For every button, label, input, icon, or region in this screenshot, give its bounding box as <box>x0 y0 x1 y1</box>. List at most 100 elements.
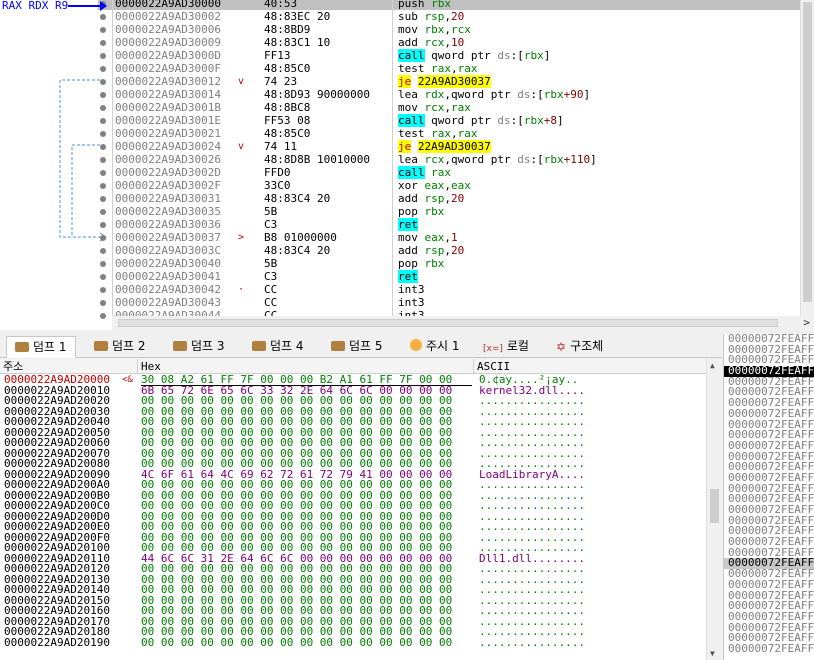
breakpoint-dot-icon[interactable] <box>100 300 106 306</box>
ascii-column-header[interactable]: ASCII <box>474 359 706 374</box>
hex-column-header[interactable]: Hex <box>138 359 474 374</box>
breakpoint-dot-icon[interactable] <box>100 274 106 280</box>
breakpoint-dot-icon[interactable] <box>100 79 106 85</box>
jump-arrow-inner <box>71 144 100 237</box>
breakpoint-dot-icon[interactable] <box>100 209 106 215</box>
disasm-vertical-scrollbar[interactable] <box>800 0 814 316</box>
breakpoint-dot-icon[interactable] <box>100 40 106 46</box>
dump-ascii[interactable]: ................ <box>479 637 585 649</box>
breakpoint-dot-icon[interactable] <box>100 118 106 124</box>
code-row[interactable]: 0000022A9AD30012 v 74 23 je 22A9AD30037 <box>98 75 808 88</box>
disassembly-view[interactable]: 0000022A9AD30000 40:53 push rbx 0000022A9AD… <box>0 0 814 330</box>
breakpoint-dot-icon[interactable] <box>100 144 106 150</box>
code-row[interactable]: 0000022A9AD30041 C3 ret <box>98 270 808 283</box>
mnemonic: je <box>398 140 412 153</box>
breakpoint-dot-icon[interactable] <box>100 157 106 163</box>
code-row[interactable]: 0000022A9AD30024 v 74 11 je 22A9AD30037 <box>98 140 808 153</box>
scroll-up-icon[interactable]: ▲ <box>710 361 715 370</box>
scroll-thumb[interactable] <box>710 489 719 523</box>
breakpoint-dot-icon[interactable] <box>100 53 106 59</box>
code-address: 0000022A9AD30041 <box>115 270 221 283</box>
instruction: int3 <box>398 283 425 296</box>
breakpoint-dot-icon[interactable] <box>100 222 106 228</box>
code-row[interactable]: 0000022A9AD30043 CC int3 <box>98 296 808 309</box>
code-row[interactable]: 0000022A9AD30009 48:83C1 10 add rcx,10 <box>98 36 808 49</box>
breakpoint-dot-icon[interactable] <box>100 92 106 98</box>
stack-row[interactable]: 00000072FEAFF <box>724 643 814 655</box>
breakpoint-dot-icon[interactable] <box>100 105 106 111</box>
code-row[interactable]: 0000022A9AD30040 5B pop rbx <box>98 257 808 270</box>
operand: ds <box>497 114 511 127</box>
code-row[interactable]: 0000022A9AD3003C 48:83C4 20 add rsp,20 <box>98 244 808 257</box>
operand: rsp <box>424 10 445 23</box>
breakpoint-dot-icon[interactable] <box>100 170 106 176</box>
code-row[interactable]: 0000022A9AD30026 48:8D8B 10010000 lea rcx,… <box>98 153 808 166</box>
instruction: call rax <box>398 166 451 179</box>
tab-3[interactable]: 덤프 3 <box>165 336 233 358</box>
scroll-right-icon[interactable]: > <box>803 316 810 330</box>
tab-2[interactable]: 덤프 2 <box>86 336 154 358</box>
disasm-horizontal-scrollbar[interactable]: > <box>112 316 814 330</box>
breakpoint-dot-icon[interactable] <box>100 14 106 20</box>
code-row[interactable]: 0000022A9AD30000 40:53 push rbx <box>98 0 808 10</box>
memory-chip-icon <box>15 342 29 352</box>
jump-marker: · <box>238 284 245 295</box>
tab-4[interactable]: 덤프 4 <box>244 336 312 358</box>
code-row[interactable]: 0000022A9AD30035 5B pop rbx <box>98 205 808 218</box>
scroll-down-icon[interactable]: ▼ <box>710 649 715 658</box>
code-row[interactable]: 0000022A9AD30031 48:83C4 20 add rsp,20 <box>98 192 808 205</box>
code-row[interactable]: 0000022A9AD3002F 33C0 xor eax,eax <box>98 179 808 192</box>
breakpoint-dot-icon[interactable] <box>100 131 106 137</box>
tab-1[interactable]: 덤프 1 <box>6 336 76 358</box>
tab-6[interactable]: 주시 1 <box>402 336 468 358</box>
column-separator[interactable] <box>112 0 113 316</box>
register-arrow-icon <box>100 1 107 11</box>
breakpoint-dot-icon[interactable] <box>100 313 106 319</box>
breakpoint-dot-icon[interactable] <box>100 235 106 241</box>
tab-5[interactable]: 덤프 5 <box>323 336 391 358</box>
breakpoint-dot-icon[interactable] <box>100 196 106 202</box>
operand: rdx <box>424 88 445 101</box>
breakpoint-dot-icon[interactable] <box>100 261 106 267</box>
code-address: 0000022A9AD3002F <box>115 179 221 192</box>
mnemonic: int3 <box>398 296 425 309</box>
code-bytes: 40:53 <box>264 0 298 10</box>
code-row[interactable]: 0000022A9AD3000D FF13 call qword ptr ds:[r… <box>98 49 808 62</box>
code-address: 0000022A9AD3001E <box>115 114 221 127</box>
code-row[interactable]: 0000022A9AD30006 48:8BD9 mov rbx,rcx <box>98 23 808 36</box>
breakpoint-dot-icon[interactable] <box>100 248 106 254</box>
first-row-underline <box>141 385 472 386</box>
tab-8[interactable]: ✡ 구조체 <box>548 336 611 358</box>
scroll-thumb[interactable] <box>118 319 778 327</box>
dump-row[interactable]: 0000022A9AD20190 00 00 00 00 00 00 00 00 … <box>0 637 706 649</box>
breakpoint-dot-icon[interactable] <box>100 27 106 33</box>
code-row[interactable]: 0000022A9AD30021 48:85C0 test rax,rax <box>98 127 808 140</box>
scroll-thumb[interactable] <box>803 2 812 302</box>
dump-header: 주소 Hex ASCII <box>0 359 706 374</box>
stack-view[interactable]: 00000072FEAFF 00000072FEAFF 00000072FEAFF 0… <box>723 334 814 660</box>
column-separator[interactable] <box>392 0 393 316</box>
operand: eax <box>424 179 445 192</box>
hex-dump-view[interactable]: 주소 Hex ASCII 0000022A9AD20000 <& 30 08 A2 … <box>0 359 722 660</box>
instruction: lea rcx,qword ptr ds:[rbx+110] <box>398 153 597 166</box>
operand: ds <box>517 88 531 101</box>
code-row[interactable]: 0000022A9AD30002 48:83EC 20 sub rsp,20 <box>98 10 808 23</box>
code-row[interactable]: 0000022A9AD30036 C3 ret <box>98 218 808 231</box>
dump-vertical-scrollbar[interactable]: ▲ ▼ <box>706 359 722 660</box>
breakpoint-dot-icon[interactable] <box>100 287 106 293</box>
breakpoint-dot-icon[interactable] <box>100 66 106 72</box>
breakpoint-dot-icon[interactable] <box>100 183 106 189</box>
code-row[interactable]: 0000022A9AD30037 > B8 01000000 mov eax,1 <box>98 231 808 244</box>
code-row[interactable]: 0000022A9AD30014 48:8D93 90000000 lea rdx,… <box>98 88 808 101</box>
tab-7[interactable]: [x=] 로컬 <box>475 336 537 358</box>
mnemonic: add <box>398 192 418 205</box>
code-row[interactable]: 0000022A9AD3002D FFD0 call rax <box>98 166 808 179</box>
code-row[interactable]: 0000022A9AD3001B 48:8BC8 mov rcx,rax <box>98 101 808 114</box>
instruction: call qword ptr ds:[rbx] <box>398 49 550 62</box>
code-address: 0000022A9AD3001B <box>115 101 221 114</box>
dump-hex-bytes[interactable]: 00 00 00 00 00 00 00 00 00 00 00 00 00 0… <box>141 637 452 649</box>
code-row[interactable]: 0000022A9AD3001E FF53 08 call qword ptr ds… <box>98 114 808 127</box>
code-row[interactable]: 0000022A9AD3000F 48:85C0 test rax,rax <box>98 62 808 75</box>
code-row[interactable]: 0000022A9AD30042 · CC int3 <box>98 283 808 296</box>
address-column-header[interactable]: 주소 <box>0 359 138 374</box>
